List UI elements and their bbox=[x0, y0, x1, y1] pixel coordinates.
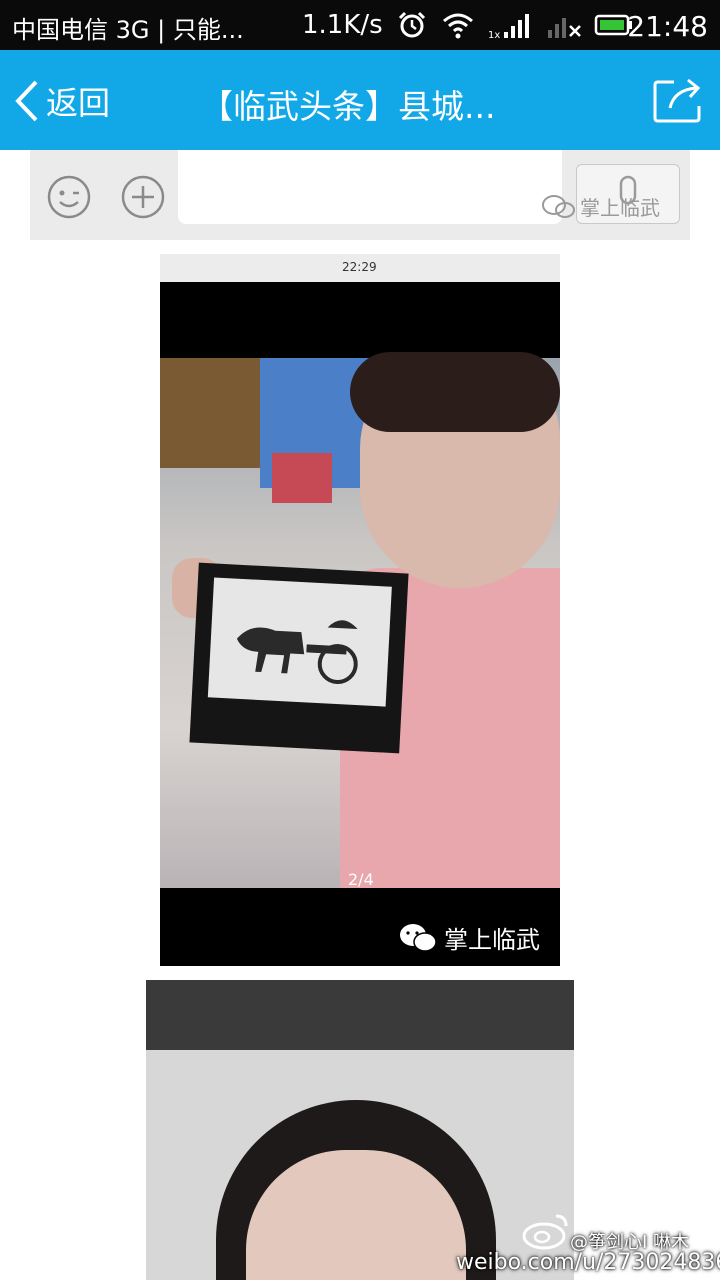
watermark-text: 掌上临武 bbox=[580, 196, 660, 220]
page-title: 【临武头条】县城... bbox=[200, 87, 496, 126]
photo-background bbox=[146, 980, 574, 1050]
carrier-label: 中国电信 3G | 只能... bbox=[12, 16, 244, 44]
photo-background bbox=[272, 453, 332, 503]
nav-bar: 返回 【临武头条】县城... bbox=[0, 50, 720, 150]
weibo-url: weibo.com/u/2730248361 bbox=[456, 1250, 720, 1275]
plus-icon bbox=[121, 175, 165, 219]
photo-frame bbox=[189, 562, 409, 754]
chariot-silhouette bbox=[236, 620, 358, 685]
clock: 21:48 bbox=[627, 10, 708, 43]
wechat-icon bbox=[400, 923, 437, 952]
watermark: 掌上临武 bbox=[398, 920, 540, 955]
weibo-logo-icon bbox=[522, 1214, 568, 1250]
svg-text:1x: 1x bbox=[488, 30, 500, 40]
photo-figure bbox=[350, 352, 560, 432]
article-image-2[interactable] bbox=[146, 980, 574, 1280]
status-bar: 中国电信 3G | 只能... 1.1K/s 1x 21:48 bbox=[0, 0, 720, 50]
chevron-left-icon bbox=[15, 80, 38, 122]
chat-bar-screenshot: 掌上临武 bbox=[30, 150, 690, 240]
girl-photo: 2/4 bbox=[160, 352, 560, 889]
chat-input bbox=[178, 150, 562, 224]
watermark: 掌上临武 bbox=[542, 192, 660, 221]
article-image-1[interactable]: 22:29 2/4 掌上临武 bbox=[160, 254, 560, 966]
emoji-icon bbox=[47, 175, 91, 219]
wifi-icon bbox=[443, 13, 473, 39]
inner-status-bar: 22:29 bbox=[160, 254, 560, 282]
wechat-icon bbox=[542, 194, 575, 218]
photo-background bbox=[160, 358, 260, 468]
share-icon[interactable] bbox=[652, 76, 704, 124]
back-label: 返回 bbox=[46, 84, 111, 122]
watermark-text: 掌上临武 bbox=[444, 926, 540, 954]
article-content[interactable]: 掌上临武 22:29 2/4 掌上临武 bbox=[0, 150, 720, 1280]
net-speed: 1.1K/s bbox=[302, 10, 383, 40]
signal-icon: 1x bbox=[488, 14, 581, 40]
image-counter: 2/4 bbox=[348, 870, 374, 889]
photo-frame-inner bbox=[207, 577, 392, 707]
inner-time: 22:29 bbox=[342, 260, 377, 274]
back-button[interactable]: 返回 bbox=[14, 78, 110, 124]
alarm-icon bbox=[398, 11, 426, 38]
